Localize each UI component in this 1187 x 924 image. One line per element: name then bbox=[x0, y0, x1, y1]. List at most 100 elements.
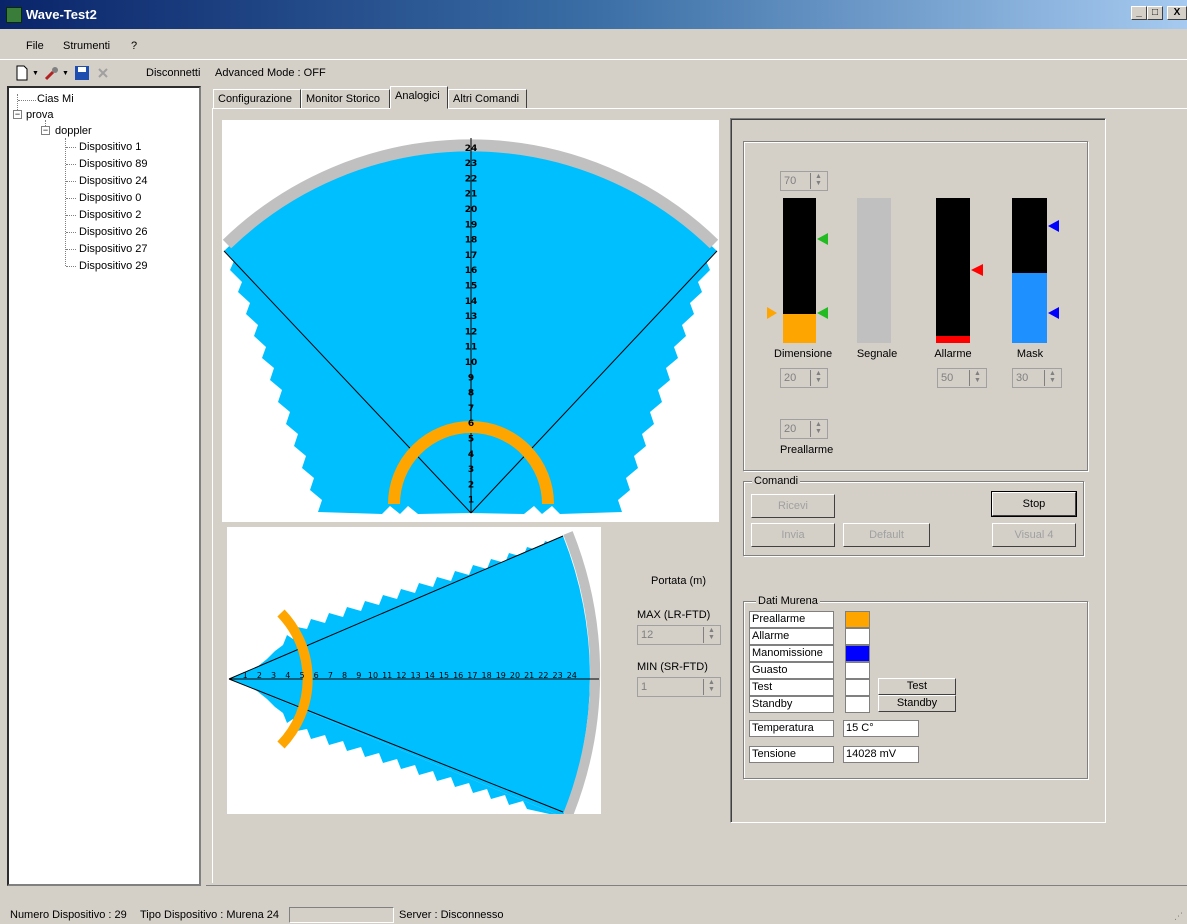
max-range-spinner[interactable]: 12 ▲ ▼ bbox=[637, 625, 721, 645]
dati-row-label: Test bbox=[749, 679, 834, 696]
menu-strumenti[interactable]: Strumenti bbox=[63, 40, 110, 52]
scale-tick-label: 3 bbox=[271, 671, 276, 680]
tree-item-prova[interactable]: prova bbox=[26, 109, 54, 121]
tree-item-cias-mi[interactable]: Cias Mi bbox=[37, 93, 74, 105]
app-icon bbox=[6, 7, 22, 23]
bar-segnale bbox=[857, 198, 891, 343]
tree-line bbox=[66, 181, 76, 182]
advanced-mode-label[interactable]: Advanced Mode : OFF bbox=[215, 67, 326, 79]
tree-item-device[interactable]: Dispositivo 24 bbox=[79, 175, 147, 187]
spinner-value: 20 bbox=[784, 423, 797, 435]
dati-row-indicator bbox=[845, 679, 870, 696]
menu-help[interactable]: ? bbox=[131, 40, 137, 52]
dati-row-indicator bbox=[845, 611, 870, 628]
spinner-arrows-icon[interactable]: ▲ ▼ bbox=[810, 370, 826, 386]
tree-item-device[interactable]: Dispositivo 26 bbox=[79, 226, 147, 238]
disconnect-button[interactable]: Disconnetti bbox=[146, 67, 200, 79]
scale-tick-label: 4 bbox=[285, 671, 290, 680]
min-range-value: 1 bbox=[641, 681, 648, 693]
allarme-spinner[interactable]: 50 ▲ ▼ bbox=[937, 368, 987, 388]
threshold-marker-icon bbox=[1048, 307, 1059, 319]
tree-item-device[interactable]: Dispositivo 2 bbox=[79, 209, 141, 221]
test-button[interactable]: Test bbox=[878, 678, 956, 695]
collapse-icon[interactable]: − bbox=[41, 126, 50, 135]
dimensione-spinner[interactable]: 20 ▲ ▼ bbox=[780, 368, 828, 388]
scale-tick-label: 23 bbox=[465, 159, 478, 169]
invia-button[interactable]: Invia bbox=[751, 523, 835, 547]
min-range-spinner[interactable]: 1 ▲ ▼ bbox=[637, 677, 721, 697]
scale-tick-label: 5 bbox=[468, 435, 474, 445]
max-range-value: 12 bbox=[641, 629, 654, 641]
scale-tick-label: 14 bbox=[425, 671, 435, 680]
mask-spinner[interactable]: 30 ▲ ▼ bbox=[1012, 368, 1062, 388]
maximize-button[interactable]: □ bbox=[1147, 6, 1163, 20]
toolbar: ▼ ▼ Disconnetti Advanced Mode : OFF bbox=[0, 59, 1187, 85]
tree-item-device[interactable]: Dispositivo 27 bbox=[79, 243, 147, 255]
spinner-arrows-icon[interactable]: ▲ ▼ bbox=[810, 173, 826, 189]
scale-tick-label: 10 bbox=[465, 358, 478, 368]
tree-line bbox=[18, 100, 36, 101]
tree-item-device[interactable]: Dispositivo 1 bbox=[79, 141, 141, 153]
minimize-button[interactable]: _ bbox=[1131, 6, 1147, 20]
scale-tick-label: 20 bbox=[465, 205, 478, 215]
default-button[interactable]: Default bbox=[843, 523, 930, 547]
scale-tick-label: 24 bbox=[465, 144, 478, 154]
dati-row-label: Standby bbox=[749, 696, 834, 713]
dimensione-top-spinner[interactable]: 70 ▲ ▼ bbox=[780, 171, 828, 191]
tab-altri-comandi[interactable]: Altri Comandi bbox=[448, 89, 527, 109]
scale-tick-label: 18 bbox=[482, 671, 492, 680]
ricevi-button[interactable]: Ricevi bbox=[751, 494, 835, 518]
stop-button[interactable]: Stop bbox=[991, 491, 1077, 517]
tools-dropdown-icon[interactable]: ▼ bbox=[62, 70, 69, 77]
menu-file[interactable]: File bbox=[26, 40, 44, 52]
tab-monitor-storico[interactable]: Monitor Storico bbox=[301, 89, 390, 109]
dati-row-indicator bbox=[845, 662, 870, 679]
spinner-arrows-icon[interactable]: ▲ ▼ bbox=[810, 421, 826, 437]
dati-row-label: Manomissione bbox=[749, 645, 834, 662]
scale-tick-label: 23 bbox=[553, 671, 563, 680]
tree-item-device[interactable]: Dispositivo 0 bbox=[79, 192, 141, 204]
spinner-arrows-icon[interactable]: ▲ ▼ bbox=[1044, 370, 1060, 386]
visual-button[interactable]: Visual 4 bbox=[992, 523, 1076, 547]
tab-analogici[interactable]: Analogici bbox=[390, 86, 448, 109]
scale-tick-label: 6 bbox=[314, 671, 319, 680]
spinner-arrows-icon[interactable]: ▲ ▼ bbox=[703, 679, 719, 695]
delete-icon[interactable] bbox=[95, 65, 111, 81]
tools-icon[interactable] bbox=[44, 65, 60, 81]
tree-item-doppler[interactable]: doppler bbox=[55, 125, 92, 137]
scale-tick-label: 15 bbox=[465, 282, 478, 292]
scale-tick-label: 16 bbox=[465, 266, 478, 276]
tree-line bbox=[66, 147, 76, 148]
dati-row-label: Preallarme bbox=[749, 611, 834, 628]
comandi-title: Comandi bbox=[752, 475, 801, 487]
scale-tick-label: 3 bbox=[468, 465, 474, 475]
spinner-arrows-icon[interactable]: ▲ ▼ bbox=[703, 627, 719, 643]
scale-tick-label: 9 bbox=[356, 671, 361, 680]
bar-fill bbox=[1012, 273, 1047, 343]
spinner-value: 20 bbox=[784, 372, 797, 384]
standby-button[interactable]: Standby bbox=[878, 695, 956, 712]
close-button[interactable]: X bbox=[1167, 6, 1187, 20]
preallarme-spinner[interactable]: 20 ▲ ▼ bbox=[780, 419, 828, 439]
dati-row-indicator bbox=[845, 628, 870, 645]
scale-tick-label: 7 bbox=[468, 404, 474, 414]
tree-item-device[interactable]: Dispositivo 89 bbox=[79, 158, 147, 170]
collapse-icon[interactable]: − bbox=[13, 110, 22, 119]
label-mask: Mask bbox=[1016, 348, 1044, 360]
tree-item-device[interactable]: Dispositivo 29 bbox=[79, 260, 147, 272]
scale-tick-label: 8 bbox=[468, 389, 474, 399]
scale-tick-label: 8 bbox=[342, 671, 347, 680]
resize-grip-icon[interactable]: ⋰ bbox=[1174, 911, 1183, 922]
scale-tick-label: 11 bbox=[382, 671, 392, 680]
scale-tick-label: 13 bbox=[465, 312, 478, 322]
save-icon[interactable] bbox=[74, 65, 90, 81]
status-device-type: Tipo Dispositivo : Murena 24 bbox=[140, 909, 279, 921]
new-file-icon[interactable] bbox=[14, 65, 30, 81]
scale-tick-label: 14 bbox=[465, 297, 478, 307]
new-dropdown-icon[interactable]: ▼ bbox=[32, 70, 39, 77]
radar-vertical-view: 242322212019181716151413121110987654321 bbox=[222, 120, 719, 522]
window-title: Wave-Test2 bbox=[26, 7, 97, 22]
device-tree[interactable]: Cias Mi − prova − doppler Dispositivo 1 … bbox=[7, 86, 201, 886]
spinner-arrows-icon[interactable]: ▲ ▼ bbox=[969, 370, 985, 386]
tab-configurazione[interactable]: Configurazione bbox=[213, 89, 301, 109]
